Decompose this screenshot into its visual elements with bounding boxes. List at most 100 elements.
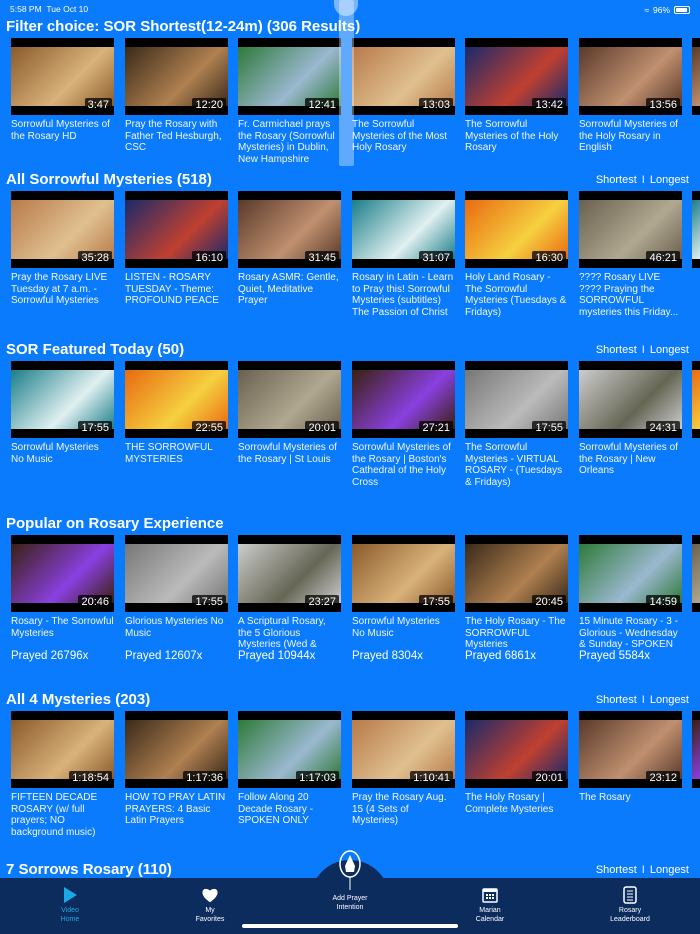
video-thumbnail[interactable]: 20:45 (465, 535, 568, 612)
sort-shortest-link[interactable]: Shortest (596, 174, 637, 186)
video-card[interactable]: 46:21 ???? Rosary LIVE ???? Praying the … (579, 191, 682, 318)
video-card[interactable]: 20:01 Sorrowful Mysteries of the Rosary … (238, 361, 341, 465)
video-card[interactable]: 23:27 A Scriptural Rosary, the 5 Gloriou… (238, 535, 341, 662)
video-card-partial[interactable] (692, 38, 700, 115)
video-card-partial[interactable] (692, 191, 700, 268)
video-row[interactable]: 17:55 Sorrowful Mysteries No Music 22:55… (0, 361, 700, 501)
video-card-partial[interactable] (692, 535, 700, 612)
video-thumbnail[interactable]: 17:55 (352, 535, 455, 612)
video-card-partial[interactable] (692, 361, 700, 438)
video-thumbnail[interactable] (692, 711, 700, 788)
video-duration: 13:56 (646, 98, 680, 112)
video-thumbnail[interactable]: 13:03 (352, 38, 455, 115)
video-card[interactable]: 17:55 Sorrowful Mysteries No Music (11, 361, 114, 465)
video-row[interactable]: 20:46 Rosary - The Sorrowful Mysteries P… (0, 535, 700, 675)
video-thumbnail[interactable] (692, 361, 700, 438)
video-card[interactable]: 17:55 The Sorrowful Mysteries - VIRTUAL … (465, 361, 568, 488)
sort-longest-link[interactable]: Longest (650, 344, 689, 356)
video-card[interactable]: 31:07 Rosary in Latin - Learn to Pray th… (352, 191, 455, 318)
video-thumbnail[interactable]: 12:20 (125, 38, 228, 115)
tab-praying-hands[interactable]: Add Prayer Intention (305, 850, 395, 912)
tab-label-line1: Add Prayer (332, 895, 368, 902)
video-title: Glorious Mysteries No Music (125, 616, 224, 639)
video-thumbnail[interactable]: 46:21 (579, 191, 682, 268)
video-thumbnail[interactable]: 22:55 (125, 361, 228, 438)
video-card[interactable]: 12:20 Pray the Rosary with Father Ted He… (125, 38, 228, 154)
video-card[interactable]: 1:10:41 Pray the Rosary Aug. 15 (4 Sets … (352, 711, 455, 827)
video-card-partial[interactable] (692, 711, 700, 788)
video-thumbnail[interactable]: 23:27 (238, 535, 341, 612)
video-thumbnail[interactable]: 17:55 (125, 535, 228, 612)
video-thumbnail[interactable]: 24:31 (579, 361, 682, 438)
video-card[interactable]: 1:18:54 FIFTEEN DECADE ROSARY (w/ full p… (11, 711, 114, 838)
video-duration: 20:01 (305, 421, 339, 435)
video-card[interactable]: 22:55 THE SORROWFUL MYSTERIES (125, 361, 228, 465)
sort-shortest-link[interactable]: Shortest (596, 864, 637, 876)
video-card[interactable]: 13:56 Sorrowful Mysteries of the Holy Ro… (579, 38, 682, 154)
video-thumbnail[interactable] (692, 191, 700, 268)
video-title: ???? Rosary LIVE ???? Praying the SORROW… (579, 272, 679, 318)
video-thumbnail[interactable]: 1:10:41 (352, 711, 455, 788)
video-thumbnail[interactable]: 16:30 (465, 191, 568, 268)
video-row[interactable]: 1:18:54 FIFTEEN DECADE ROSARY (w/ full p… (0, 711, 700, 851)
tab-heart[interactable]: My Favorites (165, 886, 255, 924)
video-card[interactable]: 13:03 The Sorrowful Mysteries of the Mos… (352, 38, 455, 154)
video-card[interactable]: 17:55 Sorrowful Mysteries No Music Praye… (352, 535, 455, 662)
video-thumbnail[interactable]: 35:28 (11, 191, 114, 268)
video-card[interactable]: 14:59 15 Minute Rosary - 3 - Glorious - … (579, 535, 682, 662)
video-card[interactable]: 13:42 The Sorrowful Mysteries of the Hol… (465, 38, 568, 154)
video-thumbnail[interactable]: 3:47 (11, 38, 114, 115)
tab-label-line1: Video (61, 907, 79, 914)
sort-longest-link[interactable]: Longest (650, 174, 689, 186)
video-card[interactable]: 35:28 Pray the Rosary LIVE Tuesday at 7 … (11, 191, 114, 307)
video-card[interactable]: 20:45 The Holy Rosary - The SORROWFUL My… (465, 535, 568, 662)
tab-play[interactable]: Video Home (25, 886, 115, 924)
video-card[interactable]: 3:47 Sorrowful Mysteries of the Rosary H… (11, 38, 114, 142)
video-row[interactable]: 35:28 Pray the Rosary LIVE Tuesday at 7 … (0, 191, 700, 331)
video-card[interactable]: 16:30 Holy Land Rosary - The Sorrowful M… (465, 191, 568, 318)
video-thumbnail[interactable]: 16:10 (125, 191, 228, 268)
sort-controls: Shortest I Longest (596, 864, 689, 876)
video-thumbnail[interactable] (692, 535, 700, 612)
video-thumbnail[interactable]: 23:12 (579, 711, 682, 788)
video-thumbnail[interactable]: 12:41 (238, 38, 341, 115)
video-card[interactable]: 23:12 The Rosary (579, 711, 682, 804)
video-thumbnail[interactable]: 17:55 (465, 361, 568, 438)
sort-longest-link[interactable]: Longest (650, 694, 689, 706)
video-thumbnail[interactable]: 13:56 (579, 38, 682, 115)
tab-label-line2: Calendar (475, 916, 505, 923)
video-thumbnail[interactable]: 14:59 (579, 535, 682, 612)
tab-leaderboard[interactable]: Rosary Leaderboard (585, 886, 675, 924)
video-thumbnail[interactable] (692, 38, 700, 115)
section-title: All 4 Mysteries (203) (6, 691, 151, 708)
video-card[interactable]: 1:17:03 Follow Along 20 Decade Rosary - … (238, 711, 341, 827)
video-thumbnail[interactable]: 17:55 (11, 361, 114, 438)
sort-shortest-link[interactable]: Shortest (596, 344, 637, 356)
video-thumbnail[interactable]: 1:18:54 (11, 711, 114, 788)
video-thumbnail[interactable]: 31:45 (238, 191, 341, 268)
video-card[interactable]: 27:21 Sorrowful Mysteries of the Rosary … (352, 361, 455, 488)
video-thumbnail[interactable]: 20:46 (11, 535, 114, 612)
video-thumbnail[interactable]: 1:17:03 (238, 711, 341, 788)
video-card[interactable]: 1:17:36 HOW TO PRAY LATIN PRAYERS: 4 Bas… (125, 711, 228, 827)
video-thumbnail[interactable]: 13:42 (465, 38, 568, 115)
tab-calendar[interactable]: Marian Calendar (445, 886, 535, 924)
video-card[interactable]: 12:41 Fr. Carmichael prays the Rosary (S… (238, 38, 341, 165)
video-card[interactable]: 16:10 LISTEN - ROSARY TUESDAY - Theme: P… (125, 191, 228, 307)
section-title: All Sorrowful Mysteries (518) (6, 171, 212, 188)
video-thumbnail[interactable]: 20:01 (238, 361, 341, 438)
sort-longest-link[interactable]: Longest (650, 864, 689, 876)
video-card[interactable]: 17:55 Glorious Mysteries No Music Prayed… (125, 535, 228, 662)
video-title: Rosary in Latin - Learn to Pray this! So… (352, 272, 454, 318)
sort-shortest-link[interactable]: Shortest (596, 694, 637, 706)
video-thumbnail[interactable]: 31:07 (352, 191, 455, 268)
video-thumbnail[interactable]: 27:21 (352, 361, 455, 438)
video-duration: 17:55 (532, 421, 566, 435)
video-thumbnail[interactable]: 20:01 (465, 711, 568, 788)
video-thumbnail[interactable]: 1:17:36 (125, 711, 228, 788)
video-card[interactable]: 31:45 Rosary ASMR: Gentle, Quiet, Medita… (238, 191, 341, 307)
video-card[interactable]: 24:31 Sorrowful Mysteries of the Rosary … (579, 361, 682, 477)
video-card[interactable]: 20:46 Rosary - The Sorrowful Mysteries P… (11, 535, 114, 662)
scrollbar[interactable] (339, 0, 354, 166)
video-card[interactable]: 20:01 The Holy Rosary | Complete Mysteri… (465, 711, 568, 815)
